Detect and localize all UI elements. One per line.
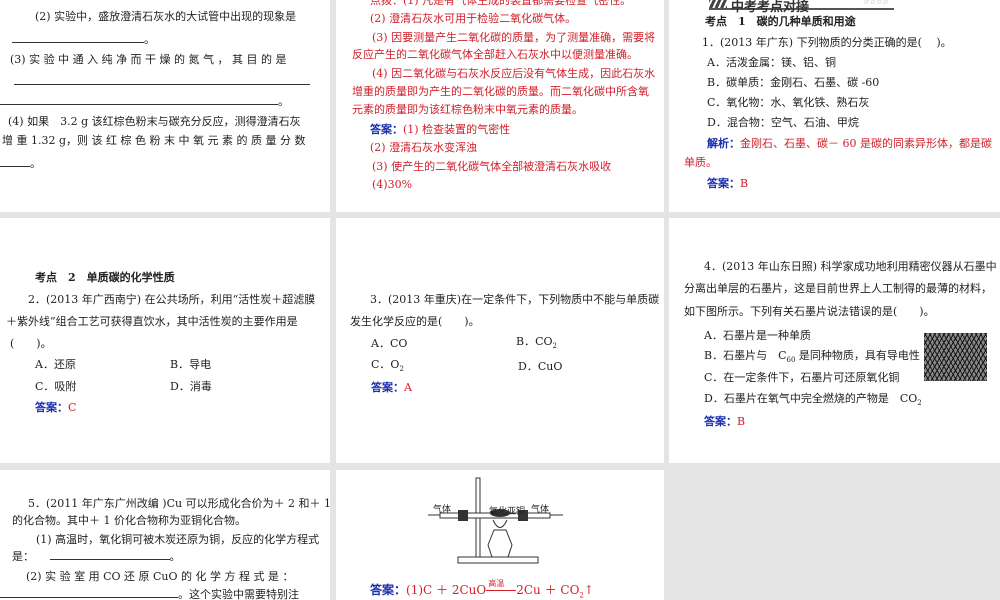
answer-text: 答案：A [371,381,412,394]
option-a: A．CO [371,337,408,350]
gas-arrow-icon: ↑ [583,583,594,597]
text-line: (2) 实验中，盛放澄清石灰水的大试管中出现的现象是 [35,10,297,23]
question-text: 3．(2013 年重庆)在一定条件下，下列物质中不能与单质碳 [370,293,660,306]
section-banner: 中考考点对接 ☆☆☆☆ [709,0,894,15]
gas-out-label: 气体 [531,505,550,515]
option-d: D．消毒 [170,380,212,393]
slide-thumbnail-5[interactable]: 3．(2013 年重庆)在一定条件下，下列物质中不能与单质碳 发生化学反应的是(… [336,218,664,463]
question-text: 的化合物。其中＋ 1 价化合物称为亚铜化合物。 [12,514,246,527]
flame [492,519,508,528]
hint-line: (4) 因二氧化碳与石灰水反应后没有气体生成，因此石灰水 [372,67,656,80]
answer-text: 答案：B [704,415,746,428]
answer-text: 答案：B [707,177,749,190]
answer-line: (3) 使产生的二氧化碳气体全部被澄清石灰水吸收 [372,160,612,173]
question-text: 分离出单层的石墨片，这是目前世界上人工制得的最薄的材料， [684,282,992,295]
option-c: C．在一定条件下，石墨片可还原氧化铜 [704,371,900,384]
option-b: B．碳单质：金刚石、石墨、碳 -60 [707,76,880,89]
answer-line: (2) 澄清石灰水变浑浊 [370,141,478,154]
star-rating-icon: ☆☆☆☆ [862,0,888,6]
hint-line: 点拨：(1) 凡是有气体生成的装置都需要检查气密性。 [370,0,632,7]
option-d: D．石墨片在氧气中完全燃烧的产物是 CO2 [704,392,922,408]
burner [487,529,513,558]
question-text: ＋紫外线”组合工艺可获得直饮水，其中活性炭的主要作用是 [6,315,298,328]
apparatus-diagram [428,477,563,564]
gas-in-label: 气体 [433,505,452,515]
analysis-text: 解析：金刚石、石墨、碳－ 60 是碳的同素异形体，都是碳 [707,137,992,150]
blank-line [14,75,310,89]
option-c: C．O2 [371,358,404,374]
question-text: 5．(2011 年广东广州改编 )Cu 可以形成化合价为＋ 2 和＋ 1 [28,497,330,510]
slide-thumbnail-1[interactable]: (2) 实验中，盛放澄清石灰水的大试管中出现的现象是 。 (3) 实 验 中 通… [0,0,330,212]
option-c: C．吸附 [35,380,77,393]
option-c: C．氧化物：水、氧化铁、熟石灰 [707,96,870,109]
hint-line: 反应产生的二氧化碳气体全部赶入石灰水中以便测量准确。 [352,48,638,61]
sample-label: 氧化亚铜 [489,507,526,517]
option-a: A．活泼金属：镁、铝、铜 [707,56,836,69]
slide-thumbnail-8[interactable]: 气体 气体 氧化亚铜 答案：(1)C ＋ 2CuO 高温 2Cu ＋ CO2↑ [336,470,664,600]
option-b: B．石墨片与 C60 是同种物质，具有导电性 [704,349,920,365]
text-line: 增 重 1.32 g，则 该 红 棕 色 粉 末 中 氧 元 素 的 质 量 分… [2,134,306,147]
question-text: 1．(2013 年广东) 下列物质的分类正确的是( )。 [702,36,952,49]
question-text: (2) 实 验 室 用 CO 还 原 CuO 的 化 学 方 程 式 是 ： [26,570,294,583]
hint-line: (2) 澄清石灰水可用于检验二氧化碳气体。 [370,12,577,25]
slide-thumbnail-2[interactable]: 点拨：(1) 凡是有气体生成的装置都需要检查气密性。 (2) 澄清石灰水可用于检… [336,0,664,212]
option-b: B．CO2 [516,335,557,351]
blank-line: 。 [12,33,155,47]
hint-line: 增重的质量即为产生的二氧化碳的质量。而二氧化碳中所含氧 [352,85,649,98]
blank-line: 。这个实验中需要特别注 [0,588,299,600]
blank-line: 。 [0,95,289,109]
blank-line: 。 [0,157,41,171]
hint-line: 元素的质量即为该红棕色粉末中氧元素的质量。 [352,103,583,116]
option-a: A．石墨片是一种单质 [704,329,811,342]
reaction-condition: 高温 [488,579,505,588]
option-b: B．导电 [170,358,212,371]
answer-line: 答案：(1) 检查装置的气密性 [370,123,511,136]
question-text: (1) 高温时，氧化铜可被木炭还原为铜，反应的化学方程式 [36,533,320,546]
topic-heading: 考点 1 碳的几种单质和用途 [705,15,856,28]
answer-line: (4)30% [372,178,413,191]
banner-slash-icon [709,0,727,8]
stand-base [457,556,539,564]
slide-thumbnail-3[interactable]: 中考考点对接 ☆☆☆☆ 考点 1 碳的几种单质和用途 1．(2013 年广东) 下… [669,0,1000,212]
answer-text: 答案：C [35,401,77,414]
analysis-text: 单质。 [684,156,717,169]
text-line: (3) 实 验 中 通 入 纯 净 而 干 燥 的 氮 气 ， 其 目 的 是 [10,53,287,66]
question-text: 4．(2013 年山东日照) 科学家成功地利用精密仪器从石墨中 [704,260,997,273]
option-a: A．还原 [35,358,76,371]
slide-thumbnail-4[interactable]: 考点 2 单质碳的化学性质 2．(2013 年广西南宁) 在公共场所，利用“活性… [0,218,330,463]
topic-heading: 考点 2 单质碳的化学性质 [35,271,175,284]
question-text: 发生化学反应的是( )。 [350,315,480,328]
hint-line: (3) 因要测量产生二氧化碳的质量，为了测量准确，需要将 [372,31,656,44]
graphene-image [924,333,987,381]
answer-equation: 答案：(1)C ＋ 2CuO 高温 2Cu ＋ CO2↑ [370,579,594,600]
question-text: ( )。 [10,337,52,350]
question-text: 如下图所示。下列有关石墨片说法错误的是( )。 [684,305,935,318]
blank-line: 是： 。 [12,550,181,563]
slide-thumbnail-6[interactable]: 4．(2013 年山东日照) 科学家成功地利用精密仪器从石墨中 分离出单层的石墨… [669,218,1000,463]
question-text: 2．(2013 年广西南宁) 在公共场所，利用“活性炭＋超滤膜 [28,293,316,306]
option-d: D．CuO [518,360,563,373]
text-line: (4) 如果 3.2 g 该红棕色粉末与碳充分反应，测得澄清石灰 [8,115,301,128]
slide-thumbnail-7[interactable]: 5．(2011 年广东广州改编 )Cu 可以形成化合价为＋ 2 和＋ 1 的化合… [0,470,330,600]
option-d: D．混合物：空气、石油、甲烷 [707,116,859,129]
